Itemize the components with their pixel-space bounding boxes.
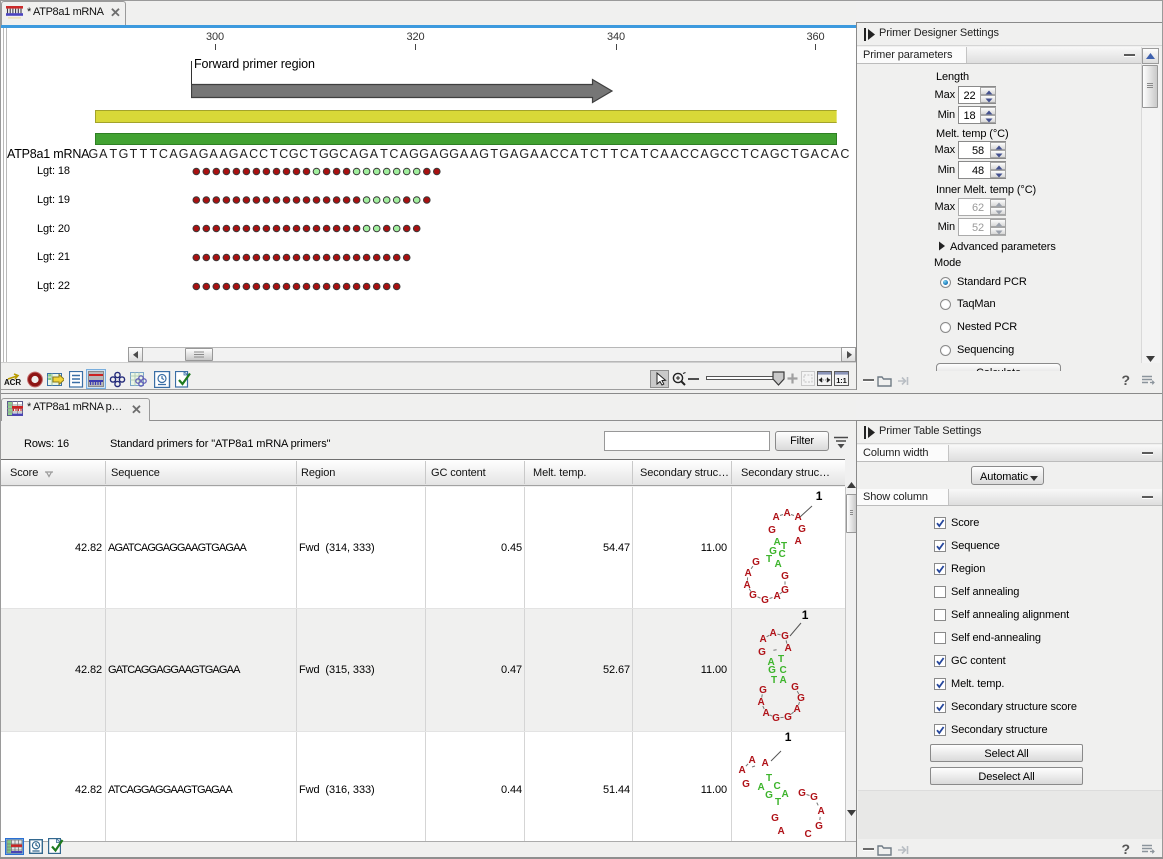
svg-text:A: A <box>769 628 776 639</box>
svg-text:A: A <box>781 789 788 800</box>
svg-text:A: A <box>779 675 786 686</box>
svg-text:C: C <box>804 829 811 840</box>
svg-text:G: G <box>791 682 799 693</box>
svg-text:G: G <box>742 779 750 790</box>
svg-text:G: G <box>781 631 789 642</box>
svg-text:G: G <box>771 813 779 824</box>
svg-text:C: C <box>773 781 780 792</box>
svg-text:A: A <box>774 559 781 570</box>
svg-text:G: G <box>772 713 780 724</box>
svg-text:G: G <box>781 571 789 582</box>
svg-text:A: A <box>772 512 779 523</box>
svg-text:G: G <box>759 685 767 696</box>
svg-text:A: A <box>762 708 769 719</box>
svg-text:G: G <box>752 557 760 568</box>
svg-text:G: G <box>797 693 805 704</box>
svg-text:G: G <box>781 585 789 596</box>
svg-text:A: A <box>759 634 766 645</box>
svg-text:A: A <box>793 704 800 715</box>
svg-text:G: G <box>761 595 769 606</box>
svg-text:A: A <box>817 806 824 817</box>
svg-text:A: A <box>738 765 745 776</box>
svg-text:1: 1 <box>816 489 823 503</box>
svg-text:G: G <box>798 524 806 535</box>
svg-text:A: A <box>784 643 791 654</box>
svg-text:G: G <box>810 792 818 803</box>
svg-text:G: G <box>815 821 823 832</box>
svg-text:A: A <box>777 826 784 837</box>
svg-text:A: A <box>757 782 764 793</box>
svg-text:T: T <box>766 554 772 565</box>
svg-text:G: G <box>798 788 806 799</box>
svg-text:G: G <box>749 590 757 601</box>
svg-text:1: 1 <box>802 608 809 622</box>
svg-text:T: T <box>778 654 784 665</box>
svg-text:A: A <box>773 591 780 602</box>
svg-text:A: A <box>783 508 790 519</box>
svg-text:A: A <box>748 755 755 766</box>
svg-text:A: A <box>794 512 801 523</box>
svg-text:T: T <box>775 797 781 808</box>
svg-text:T: T <box>766 773 772 784</box>
svg-text:G: G <box>758 647 766 658</box>
svg-text:T: T <box>771 675 777 686</box>
svg-text:G: G <box>765 790 773 801</box>
svg-text:A: A <box>794 536 801 547</box>
svg-text:G: G <box>768 525 776 536</box>
svg-text:G: G <box>784 712 792 723</box>
svg-text:1: 1 <box>785 730 792 744</box>
svg-text:A: A <box>761 758 768 769</box>
svg-text:A: A <box>744 568 751 579</box>
